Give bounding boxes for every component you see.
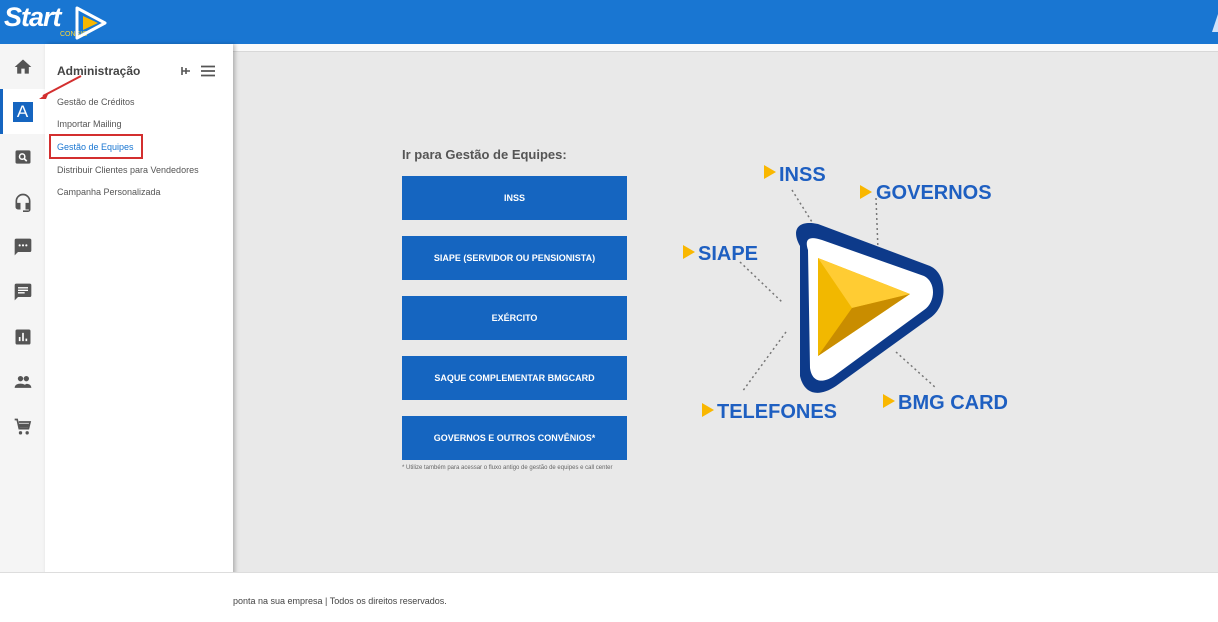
siape-button[interactable]: SIAPE (SERVIDOR OU PENSIONISTA) bbox=[402, 236, 627, 280]
people-icon bbox=[14, 375, 31, 388]
play-emblem-icon bbox=[796, 222, 944, 393]
chat-icon bbox=[14, 238, 31, 255]
bar-chart-icon bbox=[15, 329, 30, 344]
svg-text:TELEFONES: TELEFONES bbox=[717, 401, 837, 423]
search-icon bbox=[15, 149, 30, 164]
pin-icon[interactable] bbox=[179, 66, 191, 76]
label-bmg-card: BMG CARD bbox=[883, 392, 1008, 414]
page-title: Ir para Gestão de Equipes: bbox=[402, 147, 567, 162]
rail-cart[interactable] bbox=[0, 404, 45, 449]
rail-messages[interactable] bbox=[0, 269, 45, 314]
governos-button[interactable]: GOVERNOS E OUTROS CONVÊNIOS* bbox=[402, 416, 627, 460]
label-inss: INSS bbox=[764, 164, 826, 186]
side-rail: A bbox=[0, 44, 45, 622]
admin-flyout-menu: Administração Gestão de Créditos Importa… bbox=[45, 44, 233, 622]
label-siape: SIAPE bbox=[683, 243, 758, 265]
rail-users[interactable] bbox=[0, 359, 45, 404]
footer-text: ponta na sua empresa | Todos os direitos… bbox=[233, 596, 447, 606]
menu-item-importar-mailing[interactable]: Importar Mailing bbox=[57, 119, 122, 129]
administracao-icon: A bbox=[12, 101, 33, 122]
saque-complementar-button[interactable]: SAQUE COMPLEMENTAR BMGCARD bbox=[402, 356, 627, 400]
message-icon bbox=[14, 283, 31, 300]
rail-search[interactable] bbox=[0, 134, 45, 179]
svg-text:INSS: INSS bbox=[779, 164, 826, 186]
highlight-box bbox=[49, 134, 143, 159]
exercito-button[interactable]: EXÉRCITO bbox=[402, 296, 627, 340]
footnote: * Utilize também para acessar o fluxo an… bbox=[402, 465, 613, 471]
start-consig-logo[interactable]: Start CONSIG bbox=[4, 2, 114, 42]
rail-call-center[interactable] bbox=[0, 179, 45, 224]
svg-text:GOVERNOS: GOVERNOS bbox=[876, 182, 992, 204]
top-bar: Start CONSIG bbox=[0, 0, 1218, 44]
svg-text:SIAPE: SIAPE bbox=[698, 243, 758, 265]
svg-text:BMG CARD: BMG CARD bbox=[898, 392, 1008, 414]
label-governos: GOVERNOS bbox=[860, 182, 992, 204]
play-logo-icon bbox=[75, 6, 107, 40]
menu-item-distribuir-clientes[interactable]: Distribuir Clientes para Vendedores bbox=[57, 165, 199, 175]
hamburger-menu-icon[interactable] bbox=[201, 65, 215, 77]
red-arrow-icon bbox=[39, 75, 82, 99]
home-icon bbox=[14, 59, 31, 74]
rail-chat[interactable] bbox=[0, 224, 45, 269]
menu-item-campanha-personalizada[interactable]: Campanha Personalizada bbox=[57, 187, 161, 197]
logo-text: Start bbox=[4, 2, 62, 32]
rail-reports[interactable] bbox=[0, 314, 45, 359]
products-illustration: INSS GOVERNOS SIAPE TELEFONES BMG CARD bbox=[683, 164, 1008, 423]
shopping-cart-icon bbox=[14, 418, 31, 434]
label-telefones: TELEFONES bbox=[702, 401, 837, 423]
user-icon[interactable] bbox=[1210, 14, 1218, 32]
inss-button[interactable]: INSS bbox=[402, 176, 627, 220]
headset-icon bbox=[15, 193, 30, 212]
footer: ponta na sua empresa | Todos os direitos… bbox=[0, 572, 1218, 622]
